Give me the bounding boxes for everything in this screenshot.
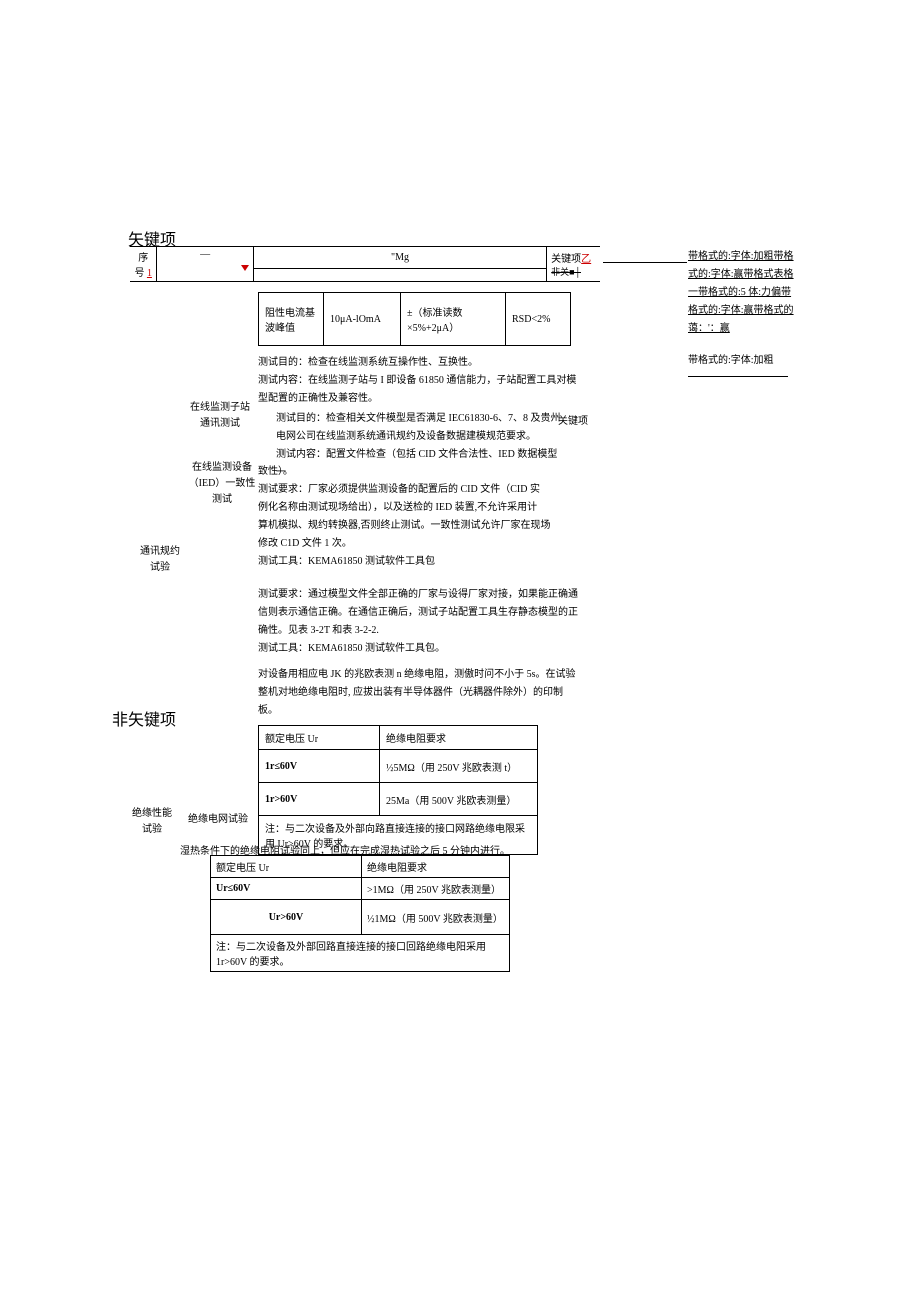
header-table: 序 号 1 — "Mg 关键项乙 非关■│ [130, 246, 600, 282]
sub-r1c4: RSD<2% [506, 293, 571, 346]
section-title-nonkey: 非矢键项 [112, 706, 176, 730]
para2-l1: 电网公司在线监测系统通讯规约及设备数据建模规范要求。 [276, 428, 566, 446]
para3-l0: 测试要求：通过模型文件全部正确的厂家与设得厂家对接，如果能正确通 [258, 586, 578, 604]
it1-r2c1: 1r>60V [259, 783, 380, 816]
para3-l3: 测试工具：KEMA61850 测试软件工具包。 [258, 640, 578, 658]
label-insul-perf: 绝缘性能试验 [132, 806, 172, 838]
label-ied: 在线监测设备（IED）一致性测试 [186, 460, 258, 508]
key-yi: 乙 [581, 254, 591, 265]
it2-h2: 绝缘电阻要求 [362, 856, 510, 878]
it2-r1c1: Ur≤60V [211, 878, 362, 900]
para2-l4: 测试要求：厂家必须提供监测设备的配置后的 CID 文件（CID 实 [258, 481, 558, 499]
revision-notes: 带格式的:字体:加粗带格 式的:字体:赢带格式表格 一带格式的:5 体:力偏带 … [688, 248, 798, 338]
seq-label: 序 [134, 249, 152, 264]
para4-l0: 对设备用相应电 JK 的兆欧表测 n 绝缘电阻，测傲时问不小于 5s。在试验 [258, 666, 578, 684]
it1-h2: 绝缘电阻要求 [380, 726, 538, 750]
para3-l2: 确性。见表 3-2T 和表 3-2-2. [258, 622, 578, 640]
para1-l1: 测试内容：在线监测子站与 I 即设备 61850 通信能力，子站配置工具对模 [258, 372, 578, 390]
para2-l7: 修改 C1D 文件 1 次。 [258, 535, 558, 553]
label-substation: 在线监测子站通讯测试 [190, 400, 250, 432]
label-comm: 通讯规约试验 [140, 544, 180, 576]
para4-l2: 板。 [258, 702, 578, 720]
insulation-table-1: 额定电压 Ur 绝缘电阻要求 1r≤60V ½5MΩ（用 250V 兆欧表测 t… [258, 725, 538, 855]
it2-r1c2: >1MΩ（用 250V 兆欧表测量） [362, 878, 510, 900]
dash: — [200, 249, 210, 260]
para2-l5: 例化名称由测试现场给出），以及送检的 IED 装置,不允许采用计 [258, 499, 558, 517]
para2-l0: 测试目的：检查相关文件模型是否满足 IEC61830-6、7、8 及贵州 [276, 410, 566, 428]
seq-num-label: 号 [134, 268, 144, 279]
para3-l1: 信则表示通信正确。在通信正确后，测试子站配置工具生存静态模型的正 [258, 604, 578, 622]
connector-line [603, 262, 687, 263]
it2-r2c2: ½1MΩ（用 500V 兆欧表测量） [362, 900, 510, 935]
rn-l4: 格式的:字体:赢带格式的 [688, 302, 798, 320]
para2-bottom: 致性）。 测试要求：厂家必须提供监测设备的配置后的 CID 文件（CID 实 例… [258, 463, 558, 571]
it1-r1c2: ½5MΩ（用 250V 兆欧表测 t） [380, 750, 538, 783]
key-label: 关键项 [551, 254, 581, 265]
para2-l8: 测试工具：KEMA61850 测试软件工具包 [258, 553, 558, 571]
it1-h1: 额定电压 Ur [259, 726, 380, 750]
revision-notes-2: 带格式的:字体:加粗 [688, 352, 798, 377]
sub-r1c3: ±（标准读数×5%+2μA） [401, 293, 506, 346]
sub-r1c2: 10μA-lOmA [324, 293, 401, 346]
rn-l3: 一带格式的:5 体:力偏带 [688, 284, 798, 302]
rn-l5: 蔼：'：赢 [688, 320, 798, 338]
strike-text: 非关■│ [551, 267, 581, 277]
sub-r1c1: 阻性电流基波峰值 [259, 293, 324, 346]
para4-l1: 整机对地绝缘电阻时, 应拔出装有半导体器件（光耦器件除外）的印制 [258, 684, 578, 702]
para1-l2: 型配置的正确性及兼容性。 [258, 390, 578, 408]
para3: 测试要求：通过模型文件全部正确的厂家与设得厂家对接，如果能正确通 信则表示通信正… [258, 586, 578, 658]
it2-note: 注：与二次设备及外部回路直接连接的接口回路绝缘电阳采用 1r>60V 的要求。 [211, 935, 510, 972]
it1-r2c2: 25Ma（用 500V 兆欧表测量） [380, 783, 538, 816]
revision-marker-icon [241, 265, 249, 271]
para1-l0: 测试目的：检查在线监测系统互操作性、互换性。 [258, 354, 578, 372]
para2-l6: 算机模拟、规约转换器,否则终止测试。一致性测试允许厂家在现场 [258, 517, 558, 535]
it1-r1c1: 1r≤60V [259, 750, 380, 783]
insulation-table-2: 额定电压 Ur 绝缘电阻要求 Ur≤60V >1MΩ（用 250V 兆欧表测量）… [210, 855, 510, 972]
it2-h1: 额定电压 Ur [211, 856, 362, 878]
rn-l6: 带格式的:字体:加粗 [688, 352, 798, 370]
it2-r2c1: Ur>60V [211, 900, 362, 935]
para4: 对设备用相应电 JK 的兆欧表测 n 绝缘电阻，测傲时问不小于 5s。在试验 整… [258, 666, 578, 720]
mg-cell: "Mg [253, 247, 546, 269]
label-insul-net: 绝缘电网试验 [186, 812, 250, 828]
measurement-sub-table: 阻性电流基波峰值 10μA-lOmA ±（标准读数×5%+2μA） RSD<2% [258, 292, 571, 346]
rn-divider [688, 376, 788, 377]
seq-one: 1 [147, 268, 152, 279]
rn-l2: 式的:字体:赢带格式表格 [688, 266, 798, 284]
para2-l3: 致性）。 [258, 463, 558, 481]
rn-l1: 带格式的:字体:加粗带格 [688, 248, 798, 266]
para1: 测试目的：检查在线监测系统互操作性、互换性。 测试内容：在线监测子站与 I 即设… [258, 354, 578, 408]
